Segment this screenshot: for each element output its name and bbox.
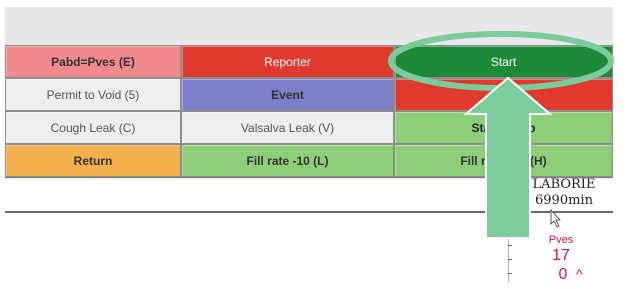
axis-tick bbox=[508, 231, 512, 232]
axis-line bbox=[508, 213, 509, 282]
event-button[interactable]: Event bbox=[181, 78, 394, 111]
axis-tick bbox=[508, 273, 512, 274]
elapsed-time: 6990min bbox=[535, 193, 593, 208]
start-button[interactable]: Start bbox=[394, 45, 613, 78]
reporter-button[interactable]: Reporter bbox=[181, 45, 394, 78]
app-screen: Pabd=Pves (E) Reporter Start Permit to V… bbox=[5, 7, 613, 282]
channel-name: Pves bbox=[548, 234, 574, 246]
zero-marker: ^ bbox=[576, 266, 583, 282]
fill-rate-plus-button[interactable]: Fill rate +10 (H) bbox=[394, 144, 613, 177]
return-button[interactable]: Return bbox=[5, 144, 181, 177]
axis-tick bbox=[508, 245, 512, 246]
cough-leak-button[interactable]: Cough Leak (C) bbox=[5, 111, 181, 144]
scale-top-label: 100 bbox=[510, 207, 522, 214]
stop-red-button[interactable] bbox=[394, 78, 613, 111]
channel-value: 17 bbox=[552, 247, 570, 264]
pressure-plot-area bbox=[5, 213, 613, 282]
channel-zero: 0 bbox=[558, 266, 568, 282]
control-button-grid: Pabd=Pves (E) Reporter Start Permit to V… bbox=[5, 45, 613, 178]
brand-label: LABORIE bbox=[532, 177, 596, 192]
permit-to-void-button[interactable]: Permit to Void (5) bbox=[5, 78, 181, 111]
start-pump-button[interactable]: Start Pump bbox=[394, 111, 613, 144]
valsalva-leak-button[interactable]: Valsalva Leak (V) bbox=[181, 111, 394, 144]
axis-tick bbox=[508, 259, 512, 260]
pabd-pves-button[interactable]: Pabd=Pves (E) bbox=[5, 45, 181, 78]
fill-rate-minus-button[interactable]: Fill rate -10 (L) bbox=[181, 144, 394, 177]
title-strip bbox=[5, 7, 613, 45]
